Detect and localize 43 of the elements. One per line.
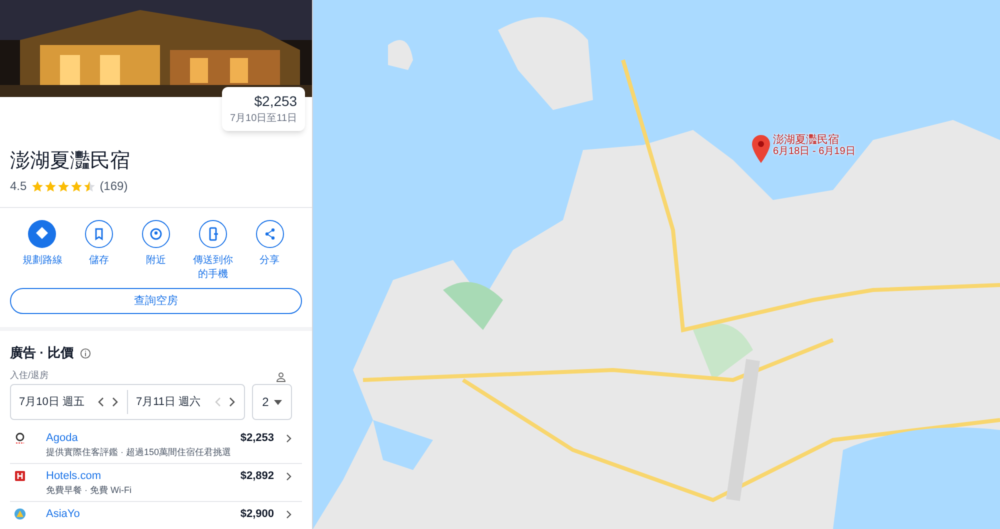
section-title: 廣告 · 比價 bbox=[10, 344, 74, 362]
map-pin-icon[interactable] bbox=[751, 134, 771, 164]
info-icon[interactable] bbox=[80, 348, 91, 358]
offer-row[interactable]: AsiaYo $2,900 bbox=[10, 502, 302, 526]
date-picker[interactable]: 7月10日 週五 7月11日 週六 bbox=[10, 384, 245, 420]
chevron-right-icon[interactable] bbox=[111, 397, 119, 408]
provider-link[interactable]: Hotels.com bbox=[46, 468, 228, 484]
guests-dropdown[interactable]: 2 bbox=[252, 384, 292, 420]
marker-dates: 6月18日 - 6月19日 bbox=[773, 146, 856, 158]
price-text: $2,900 bbox=[240, 507, 274, 522]
date-range-text: 7月10日至11日 bbox=[230, 112, 298, 126]
provider-link[interactable]: AsiaYo bbox=[46, 506, 228, 522]
action-button[interactable]: 規劃路線 bbox=[14, 220, 71, 282]
offer-row[interactable]: Hotels.com $2,892 免費早餐 · 免費 Wi-Fi bbox=[10, 464, 302, 502]
field-label: 入住/退房 bbox=[10, 368, 49, 382]
action-button[interactable]: 儲存 bbox=[70, 220, 128, 282]
price-text: $2,892 bbox=[240, 469, 274, 484]
chevron-left-icon[interactable] bbox=[97, 397, 105, 408]
rating-score: 4.5 bbox=[10, 178, 27, 195]
chevron-right-icon bbox=[286, 472, 292, 481]
provider-link[interactable]: Agoda bbox=[46, 430, 228, 446]
review-count: (169) bbox=[100, 178, 128, 195]
date-text: 7月10日 週五 bbox=[19, 395, 86, 410]
chevron-right-icon bbox=[286, 434, 292, 443]
offer-note: 提供實際住客評鑑 · 超過150萬間住宿任君挑選 bbox=[46, 446, 232, 460]
check-availability-button[interactable]: 查詢空房 bbox=[10, 288, 302, 314]
date-text: 7月11日 週六 bbox=[136, 394, 202, 410]
person-icon bbox=[276, 372, 286, 382]
chevron-right-icon[interactable] bbox=[228, 397, 236, 408]
price-text: $2,253 bbox=[254, 92, 298, 111]
place-title: 澎湖夏灩民宿 bbox=[10, 149, 131, 174]
marker-label: 澎湖夏灩民宿 bbox=[773, 134, 840, 146]
caret-icon bbox=[274, 400, 282, 405]
action-button[interactable]: 傳送到你的手機 bbox=[184, 220, 242, 282]
offer-note: 免費早餐 · 免費 Wi-Fi bbox=[46, 484, 132, 498]
price-text: $2,253 bbox=[240, 431, 274, 446]
agoda-logo bbox=[14, 432, 26, 444]
action-button[interactable]: 分享 bbox=[241, 220, 298, 282]
offer-row[interactable]: Agoda $2,253 提供實際住客評鑑 · 超過150萬間住宿任君挑選 bbox=[10, 426, 302, 464]
asiayo-logo bbox=[14, 508, 26, 520]
chevron-right-icon bbox=[286, 510, 292, 519]
hotels-logo bbox=[14, 470, 26, 482]
action-button[interactable]: 附近 bbox=[128, 220, 184, 282]
